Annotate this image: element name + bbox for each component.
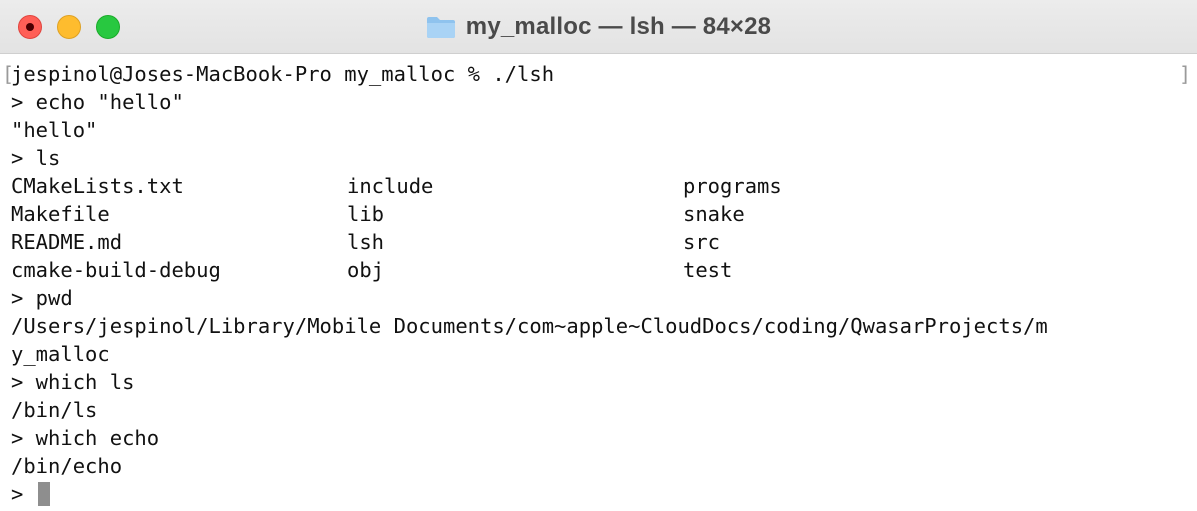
terminal-window: my_malloc — lsh — 84×28 [ ] jespinol@Jos… — [0, 0, 1197, 511]
ls-entry: test — [683, 258, 733, 282]
ls-entry: README.md — [11, 230, 123, 254]
window-title-area: my_malloc — lsh — 84×28 — [0, 0, 1197, 54]
output-which-echo: /bin/echo — [11, 454, 123, 478]
ls-entry: obj — [347, 258, 385, 282]
output-pwd: /Users/jespinol/Library/Mobile Documents… — [11, 314, 1048, 338]
ls-entry: snake — [683, 202, 745, 226]
command-echo: > echo "hello" — [11, 90, 184, 114]
ls-entry: Makefile — [11, 202, 110, 226]
output-pwd-wrap: y_malloc — [11, 342, 110, 366]
current-prompt: > — [11, 482, 36, 506]
ls-row: cmake-build-debug obj test — [11, 256, 1197, 284]
ls-entry: src — [683, 230, 721, 254]
terminal-output[interactable]: jespinol@Joses-MacBook-Pro my_malloc % .… — [0, 60, 1197, 511]
command-which-ls: > which ls — [11, 370, 135, 394]
output-echo: "hello" — [11, 118, 98, 142]
output-which-ls: /bin/ls — [11, 398, 98, 422]
ls-row: README.md lsh src — [11, 228, 1197, 256]
ls-entry: include — [347, 174, 434, 198]
ls-row: CMakeLists.txt include programs — [11, 172, 1197, 200]
title-bar[interactable]: my_malloc — lsh — 84×28 — [0, 0, 1197, 54]
window-title: my_malloc — lsh — 84×28 — [465, 13, 772, 40]
ls-entry: lsh — [347, 230, 385, 254]
shell-prompt-line: jespinol@Joses-MacBook-Pro my_malloc % .… — [11, 62, 555, 86]
ls-entry: programs — [683, 174, 782, 198]
text-cursor — [37, 482, 50, 506]
ls-entry: lib — [347, 202, 385, 226]
folder-icon — [426, 17, 455, 38]
ls-entry: CMakeLists.txt — [11, 174, 184, 198]
ls-row: Makefile lib snake — [11, 200, 1197, 228]
ls-entry: cmake-build-debug — [11, 258, 221, 282]
command-pwd: > pwd — [11, 286, 73, 310]
command-ls: > ls — [11, 146, 61, 170]
current-prompt-line[interactable]: > — [11, 480, 1197, 508]
command-which-echo: > which echo — [11, 426, 160, 450]
